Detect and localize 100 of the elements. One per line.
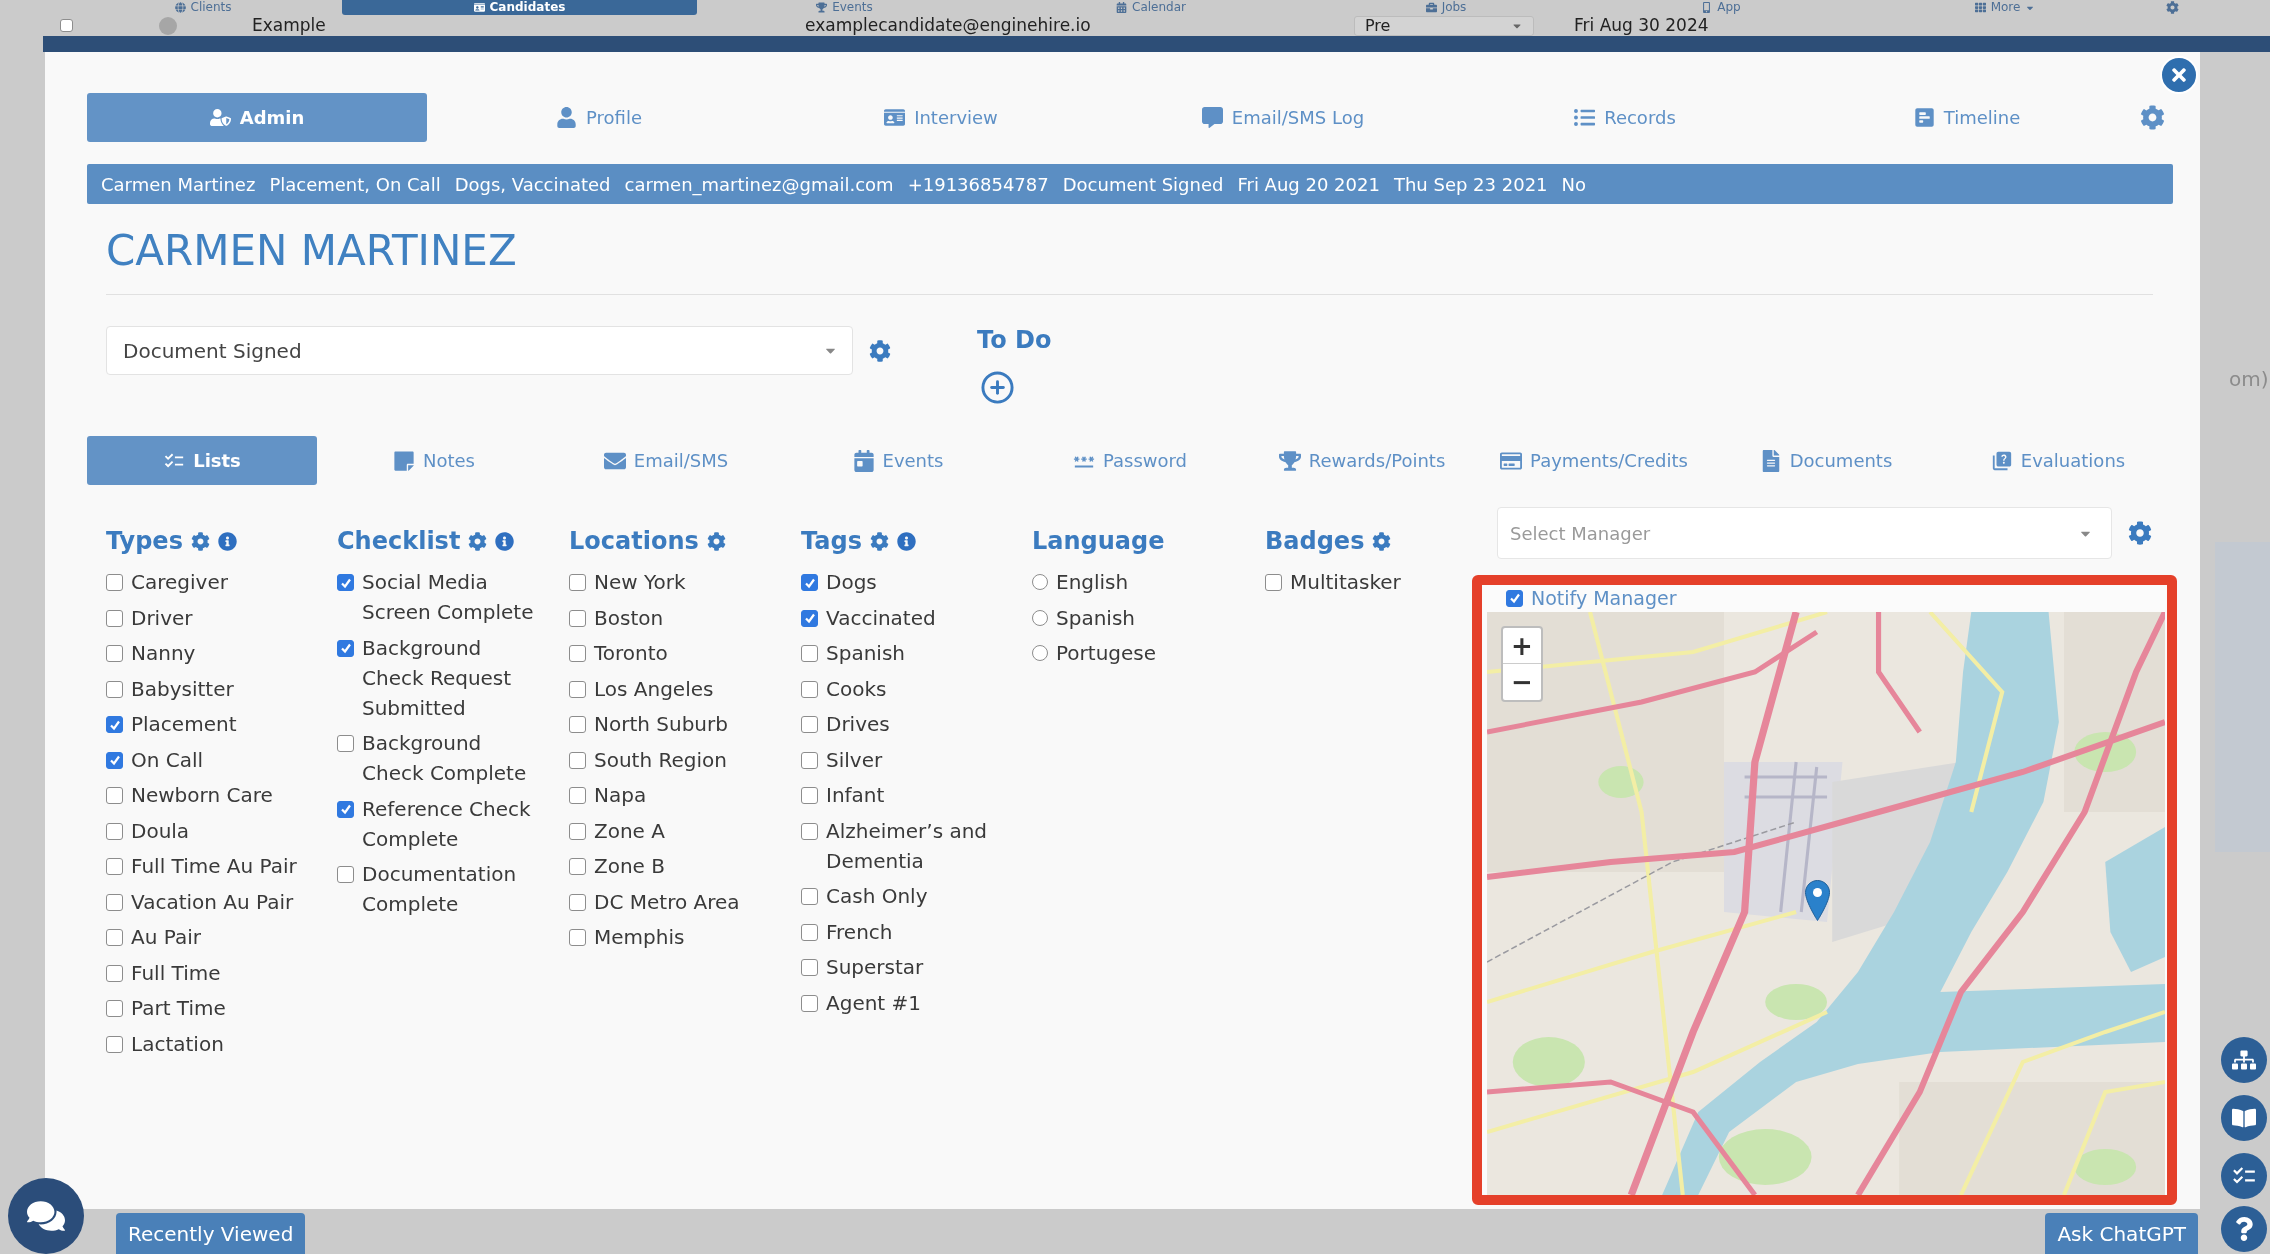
- settings-icon[interactable]: [190, 531, 210, 551]
- settings-icon[interactable]: [2140, 105, 2165, 130]
- nav-tab[interactable]: More: [1970, 0, 2040, 15]
- checkbox[interactable]: [569, 787, 586, 804]
- checkbox[interactable]: [1506, 589, 1523, 607]
- book-button[interactable]: [2221, 1095, 2267, 1141]
- tab[interactable]: Interview: [771, 93, 1111, 142]
- checkbox[interactable]: [569, 893, 586, 911]
- checkbox[interactable]: [801, 716, 818, 733]
- tab[interactable]: Email/SMS Log: [1113, 93, 1453, 142]
- nav-tab[interactable]: Jobs: [1421, 0, 1471, 15]
- checkbox[interactable]: [801, 822, 818, 840]
- checkbox[interactable]: [106, 929, 123, 946]
- checkbox[interactable]: [106, 716, 123, 733]
- checkbox[interactable]: [337, 735, 354, 752]
- checkbox[interactable]: [801, 751, 818, 769]
- checkbox[interactable]: [106, 645, 123, 662]
- checkbox[interactable]: [801, 959, 818, 976]
- checkbox[interactable]: [569, 858, 586, 875]
- radio-button[interactable]: [1032, 609, 1048, 626]
- checkbox[interactable]: [337, 800, 354, 818]
- nav-tab[interactable]: App: [1697, 0, 1745, 15]
- nav-tab[interactable]: Candidates: [342, 0, 697, 15]
- settings-icon[interactable]: [2166, 1, 2179, 14]
- tab[interactable]: Lists: [87, 436, 317, 485]
- checkbox[interactable]: [801, 923, 818, 941]
- checkbox[interactable]: [106, 964, 123, 982]
- tab[interactable]: Documents: [1711, 436, 1941, 485]
- settings-icon[interactable]: [1372, 531, 1392, 551]
- checkbox[interactable]: [337, 639, 354, 657]
- tab[interactable]: Admin: [87, 93, 427, 142]
- checkbox[interactable]: [801, 609, 818, 627]
- tab[interactable]: Rewards/Points: [1247, 436, 1477, 485]
- tab[interactable]: Profile: [429, 93, 769, 142]
- checkbox[interactable]: [337, 866, 354, 883]
- tab[interactable]: Payments/Credits: [1479, 436, 1709, 485]
- trophy-icon: [1278, 449, 1301, 472]
- tab[interactable]: Records: [1455, 93, 1795, 142]
- radio-button[interactable]: [1032, 645, 1048, 661]
- checkbox[interactable]: [60, 19, 73, 32]
- zoom-out-button[interactable]: −: [1503, 664, 1541, 700]
- tab[interactable]: Evaluations: [1943, 436, 2173, 485]
- option-label: Zone A: [594, 817, 665, 845]
- checklist-button[interactable]: [2221, 1153, 2267, 1199]
- settings-icon[interactable]: [706, 531, 726, 551]
- checkbox[interactable]: [106, 1000, 123, 1017]
- tab[interactable]: Events: [783, 436, 1013, 485]
- status-select[interactable]: Document Signed: [106, 326, 853, 375]
- nav-tab[interactable]: Clients: [170, 0, 236, 15]
- checkbox[interactable]: [801, 994, 818, 1012]
- checkbox[interactable]: [801, 888, 818, 905]
- checkbox[interactable]: [801, 574, 818, 591]
- checkbox[interactable]: [1265, 574, 1282, 591]
- globe-icon: [174, 2, 186, 13]
- checkbox[interactable]: [569, 609, 586, 627]
- manager-select[interactable]: Select Manager: [1497, 507, 2112, 559]
- recently-viewed-button[interactable]: Recently Viewed: [116, 1213, 306, 1254]
- checkbox[interactable]: [569, 716, 586, 733]
- tab[interactable]: Email/SMS: [551, 436, 781, 485]
- status-select[interactable]: Pre: [1354, 15, 1534, 36]
- zoom-in-button[interactable]: +: [1503, 628, 1541, 664]
- id-card-icon: [884, 107, 906, 128]
- checkbox[interactable]: [106, 574, 123, 591]
- tab[interactable]: Password: [1015, 436, 1245, 485]
- checkbox[interactable]: [569, 751, 586, 769]
- checkbox[interactable]: [106, 1035, 123, 1053]
- close-button[interactable]: [2160, 56, 2198, 94]
- sitemap-button[interactable]: [2221, 1037, 2267, 1083]
- add-circle-icon[interactable]: [980, 370, 1015, 405]
- map-marker-icon[interactable]: [1805, 880, 1830, 921]
- ask-chatgpt-button[interactable]: Ask ChatGPT: [2045, 1213, 2198, 1254]
- checkbox[interactable]: [569, 929, 586, 946]
- settings-icon[interactable]: [869, 531, 889, 551]
- checkbox[interactable]: [569, 645, 586, 662]
- nav-tab[interactable]: Events: [812, 0, 877, 15]
- info-icon[interactable]: [495, 531, 515, 551]
- nav-tab[interactable]: Calendar: [1112, 0, 1190, 15]
- tab[interactable]: Timeline: [1797, 93, 2137, 142]
- option-label: Reference Check Complete: [362, 795, 532, 853]
- checkbox[interactable]: [106, 822, 123, 840]
- settings-icon[interactable]: [869, 339, 891, 362]
- checkbox[interactable]: [569, 574, 586, 591]
- checkbox[interactable]: [801, 787, 818, 804]
- checkbox[interactable]: [106, 858, 123, 875]
- checkbox[interactable]: [569, 680, 586, 698]
- info-icon[interactable]: [217, 531, 237, 551]
- info-icon[interactable]: [896, 531, 916, 551]
- checkbox[interactable]: [569, 822, 586, 840]
- checkbox[interactable]: [106, 609, 123, 627]
- checkbox[interactable]: [801, 645, 818, 662]
- checkbox[interactable]: [106, 787, 123, 804]
- checkbox[interactable]: [106, 893, 123, 911]
- checkbox[interactable]: [106, 680, 123, 698]
- checkbox[interactable]: [106, 751, 123, 769]
- settings-icon[interactable]: [2128, 521, 2152, 545]
- checkbox[interactable]: [337, 574, 354, 591]
- settings-icon[interactable]: [468, 531, 488, 551]
- tab[interactable]: Notes: [319, 436, 549, 485]
- checkbox[interactable]: [801, 680, 818, 698]
- radio-button[interactable]: [1032, 574, 1048, 590]
